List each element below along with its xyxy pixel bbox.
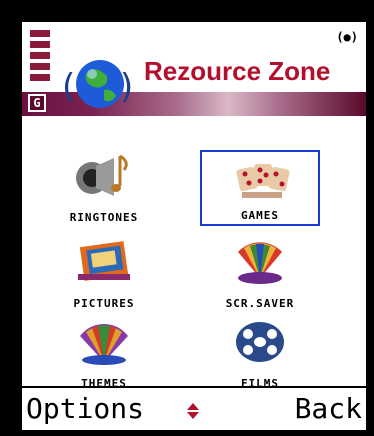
menu-item-films[interactable]: FILMS <box>200 316 320 392</box>
menu-item-screensaver[interactable]: SCR.SAVER <box>200 236 320 312</box>
phone-frame: G ( ) Rezource Zone (●) RINGTONES GAMES … <box>0 0 374 436</box>
menu-item-label: THEMES <box>81 377 127 390</box>
menu-item-ringtones[interactable]: RINGTONES <box>44 150 164 226</box>
softkey-divider <box>22 386 366 388</box>
app-header: G ( ) Rezource Zone (●) <box>22 22 366 118</box>
games-icon <box>236 164 290 198</box>
menu-item-label: PICTURES <box>73 297 135 310</box>
menu-item-label: GAMES <box>240 209 280 222</box>
menu-grid: RINGTONES GAMES PICTURES SCR.SAVER THEME… <box>22 126 366 390</box>
svg-text:(: ( <box>62 67 75 107</box>
screen: G ( ) Rezource Zone (●) RINGTONES GAMES … <box>22 22 366 430</box>
menu-item-label: FILMS <box>240 377 280 390</box>
app-title: Rezource Zone <box>144 56 331 86</box>
network-indicator: G <box>28 94 46 112</box>
menu-item-label: SCR.SAVER <box>225 297 295 310</box>
back-softkey[interactable]: Back <box>295 392 362 425</box>
films-icon <box>236 322 284 362</box>
ringtones-icon <box>76 154 128 196</box>
pictures-icon <box>78 241 130 281</box>
globe-logo-icon: ( ) <box>62 60 133 108</box>
menu-item-games[interactable]: GAMES <box>200 150 320 226</box>
screensaver-icon <box>238 242 282 284</box>
themes-icon <box>80 324 128 365</box>
menu-item-themes[interactable]: THEMES <box>44 316 164 392</box>
options-softkey[interactable]: Options <box>26 392 144 425</box>
menu-item-label: RINGTONES <box>69 211 139 224</box>
softkey-bar: Options Back <box>22 390 366 430</box>
scroll-indicator-icon <box>187 403 199 419</box>
signal-strength-icon <box>30 30 50 94</box>
menu-item-pictures[interactable]: PICTURES <box>44 236 164 312</box>
battery-icon: (●) <box>336 30 358 44</box>
